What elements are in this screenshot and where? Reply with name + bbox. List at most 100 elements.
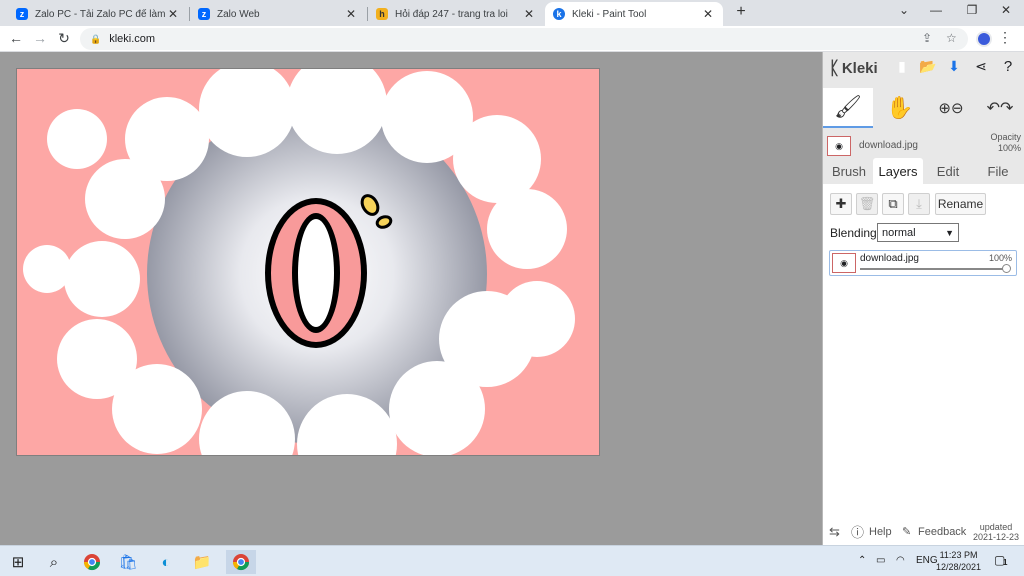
minimize-button[interactable]: — xyxy=(926,3,946,17)
url-text: kleki.com xyxy=(109,33,156,45)
close-tab-icon[interactable]: ✕ xyxy=(522,7,536,21)
profile-avatar[interactable] xyxy=(976,31,992,47)
chevron-down-icon: ▼ xyxy=(945,227,954,238)
updated-date: 2021-12-23 xyxy=(973,532,1020,542)
maximize-button[interactable]: ❐ xyxy=(962,3,982,17)
help-icon[interactable]: ⓘ xyxy=(851,522,864,541)
delete-layer-button[interactable]: 🗑 xyxy=(856,193,878,215)
duplicate-layer-button[interactable]: ⧉ xyxy=(882,193,904,215)
tab-file[interactable]: File xyxy=(973,158,1023,184)
language-indicator[interactable]: ENG xyxy=(916,555,938,566)
help-circle-icon[interactable]: ? xyxy=(997,58,1019,75)
reload-icon[interactable]: ↻ xyxy=(56,30,72,47)
forward-icon[interactable]: → xyxy=(32,30,48,46)
lock-icon[interactable]: 🔒 xyxy=(90,34,101,45)
brush-tool-icon[interactable]: 🖌 xyxy=(823,88,873,128)
layer-opacity-handle[interactable] xyxy=(1002,264,1011,273)
zalo-icon: z xyxy=(198,8,210,20)
blending-value: normal xyxy=(882,226,916,239)
opacity-value: 100% xyxy=(997,143,1021,153)
tab-zalo-web[interactable]: z Zalo Web ✕ xyxy=(190,2,366,26)
notification-count: 1 xyxy=(1003,558,1008,567)
kleki-logo: ᛕ Kleki xyxy=(829,58,878,79)
tab-title: Hỏi đáp 247 - trang tra loi xyxy=(395,8,508,20)
kleki-logo-text: Kleki xyxy=(841,60,878,77)
tool-row: 🖌 ✋ ⊕⊖ ↶↷ xyxy=(823,88,1024,128)
taskbar-clock[interactable]: 11:23 PM 12/28/2021 xyxy=(936,549,981,573)
rename-button[interactable]: Rename xyxy=(935,193,986,215)
updated-info: updated 2021-12-23 xyxy=(973,522,1019,542)
new-image-icon[interactable]: ▮ xyxy=(891,58,913,75)
panel-footer: ⇆ ⓘ Help ✎ Feedback updated 2021-12-23 xyxy=(823,518,1024,545)
windows-taskbar: ⊞ ⌕ 🛍 ◐ 📁 ⌃ ▭ ◠ ENG 11:23 PM 12/28/2021 … xyxy=(0,545,1024,576)
tab-title: Zalo Web xyxy=(217,8,260,20)
feedback-link[interactable]: Feedback xyxy=(918,526,966,538)
wifi-icon[interactable]: ◠ xyxy=(896,555,905,566)
zoom-in-out-icon[interactable]: ⊕⊖ xyxy=(927,88,975,128)
tab-kleki[interactable]: k Kleki - Paint Tool ✕ xyxy=(545,2,723,26)
clock-time: 11:23 PM xyxy=(939,550,978,560)
open-folder-icon[interactable]: 📂 xyxy=(917,58,939,75)
chrome-icon[interactable] xyxy=(80,550,104,574)
tray-chevron-icon[interactable]: ⌃ xyxy=(858,555,866,566)
tab-hoidap[interactable]: h Hỏi đáp 247 - trang tra loi ✕ xyxy=(368,2,544,26)
panel-tabs: Brush Layers Edit File xyxy=(823,158,1024,184)
tab-search-icon[interactable]: ⌄ xyxy=(894,3,914,17)
swap-side-icon[interactable]: ⇆ xyxy=(829,524,840,540)
address-bar-row: ← → ↻ 🔒 kleki.com ⇪ ☆ ⋮ xyxy=(0,26,1024,52)
new-tab-button[interactable]: + xyxy=(733,3,749,21)
layer-thumbnail: ◉ xyxy=(832,253,856,273)
tab-layers[interactable]: Layers xyxy=(873,158,923,184)
edge-icon[interactable]: ◐ xyxy=(154,550,178,574)
add-layer-button[interactable]: ✚ xyxy=(830,193,852,215)
blending-label: Blending xyxy=(830,226,877,240)
url-bar[interactable]: 🔒 kleki.com ⇪ ☆ xyxy=(80,28,968,50)
file-thumbnail: ◉ xyxy=(827,136,851,156)
tab-edit[interactable]: Edit xyxy=(923,158,973,184)
bookmark-star-icon[interactable]: ☆ xyxy=(946,31,957,45)
download-icon[interactable]: ⬇ xyxy=(943,58,965,75)
help-link[interactable]: Help xyxy=(869,526,892,538)
tab-zalo-pc[interactable]: z Zalo PC - Tải Zalo PC để làm việc ✕ xyxy=(8,2,188,26)
canvas-workspace[interactable] xyxy=(0,52,822,545)
layer-item[interactable]: ◉ download.jpg 100% xyxy=(829,250,1017,276)
share-icon[interactable]: ⋖ xyxy=(970,58,992,75)
blending-select[interactable]: normal ▼ xyxy=(877,223,959,242)
current-file-name: download.jpg xyxy=(859,140,918,151)
hoidap-icon: h xyxy=(376,8,388,20)
kleki-logo-icon: ᛕ xyxy=(829,58,840,78)
undo-redo-icon[interactable]: ↶↷ xyxy=(977,88,1023,128)
store-icon[interactable]: 🛍 xyxy=(116,550,140,574)
close-tab-icon[interactable]: ✕ xyxy=(166,7,180,21)
windows-start-icon[interactable]: ⊞ xyxy=(6,550,30,574)
opacity-label: Opacity xyxy=(990,132,1021,142)
layer-opacity-slider[interactable] xyxy=(860,268,1008,270)
kleki-side-panel: ᛕ Kleki ▮ 📂 ⬇ ⋖ ? 🖌 ✋ ⊕⊖ ↶↷ ◉ download.j… xyxy=(822,52,1024,545)
current-file-info: ◉ download.jpg Opacity 100% xyxy=(827,132,1023,160)
feedback-icon[interactable]: ✎ xyxy=(902,525,911,538)
search-icon[interactable]: ⌕ xyxy=(42,550,66,574)
zalo-icon: z xyxy=(16,8,28,20)
browser-menu-icon[interactable]: ⋮ xyxy=(998,29,1012,46)
canvas-image xyxy=(17,69,599,455)
close-tab-icon[interactable]: ✕ xyxy=(701,7,715,21)
tab-title: Zalo PC - Tải Zalo PC để làm việc xyxy=(35,8,166,20)
browser-tab-bar: z Zalo PC - Tải Zalo PC để làm việc ✕ z … xyxy=(0,0,1024,26)
clock-date: 12/28/2021 xyxy=(936,562,982,572)
share-page-icon[interactable]: ⇪ xyxy=(922,31,932,45)
battery-icon[interactable]: ▭ xyxy=(876,555,885,566)
opacity-readout: Opacity 100% xyxy=(990,132,1021,154)
explorer-icon[interactable]: 📁 xyxy=(190,550,214,574)
hand-tool-icon[interactable]: ✋ xyxy=(875,88,925,128)
tab-title: Kleki - Paint Tool xyxy=(572,8,647,20)
window-close-button[interactable]: ✕ xyxy=(996,3,1016,17)
layer-opacity: 100% xyxy=(988,253,1012,263)
close-tab-icon[interactable]: ✕ xyxy=(344,7,358,21)
chrome-active-icon[interactable] xyxy=(226,550,256,574)
layer-name: download.jpg xyxy=(860,253,919,264)
merge-layer-button[interactable]: ⤓ xyxy=(908,193,930,215)
back-icon[interactable]: ← xyxy=(8,30,24,46)
tab-brush[interactable]: Brush xyxy=(825,158,873,184)
kleki-icon: k xyxy=(553,8,565,20)
drawing-canvas[interactable] xyxy=(16,68,600,456)
